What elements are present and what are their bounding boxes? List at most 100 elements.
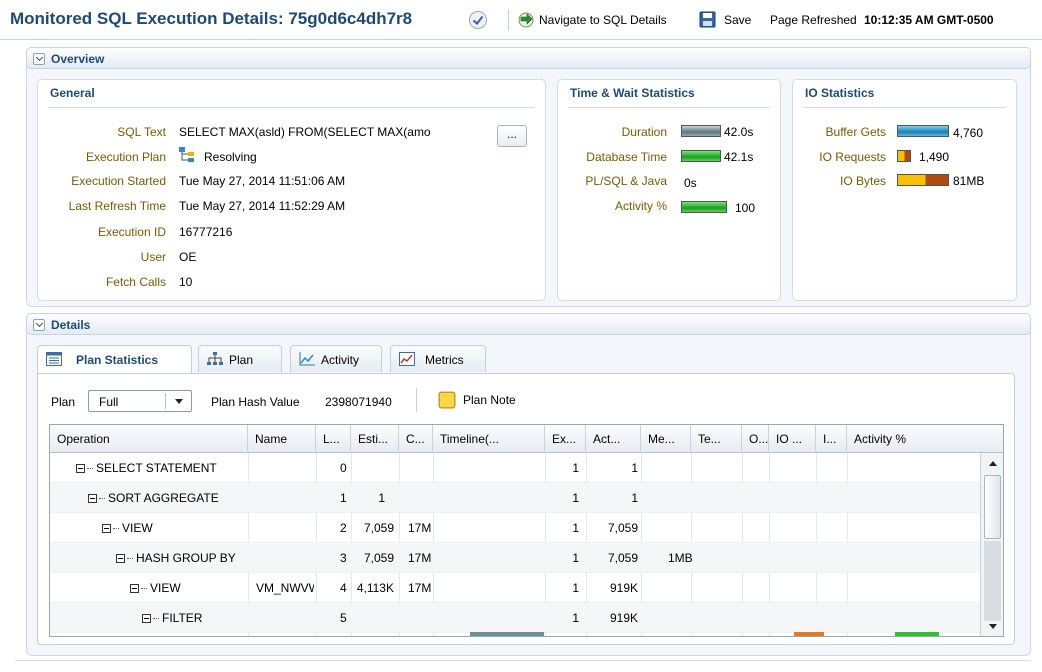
operation-text: FILTER [162,611,203,625]
details-header[interactable]: Details [26,313,1031,335]
note-icon[interactable] [438,391,456,409]
tab-activity-label: Activity [321,353,360,367]
column-header-name[interactable]: Name [248,425,316,453]
duration-bar [681,125,721,137]
last-refresh-value: Tue May 27, 2014 11:52:29 AM [179,199,346,213]
actual-rows-cell: 1 [631,461,638,475]
table-scrollbar[interactable] [980,453,1003,636]
save-button[interactable]: Save [724,13,751,27]
operation-text: VIEW [150,581,181,595]
database-time-label: Database Time [586,150,667,164]
executions-cell: 1 [572,461,579,475]
collapse-node-icon[interactable] [142,614,151,624]
executions-cell: 1 [572,611,579,625]
tab-activity[interactable]: Activity [290,345,382,372]
table-row[interactable]: SORT AGGREGATE 1 1 1 1 [50,483,980,513]
last-refresh-label: Last Refresh Time [68,199,166,213]
line-cell: 2 [340,521,347,535]
sql-text-label: SQL Text [117,125,166,139]
tab-metrics-label: Metrics [425,353,464,367]
operation-text: SELECT STATEMENT [96,461,217,475]
timeline-bar [470,632,544,636]
column-header-other[interactable]: O... [742,425,769,453]
plan-hash-label: Plan Hash Value [211,395,300,409]
general-panel: General [37,79,546,301]
column-header-executions[interactable]: Ex... [545,425,586,453]
cost-cell: 17M [408,551,432,565]
column-header-io-bytes[interactable]: I... [816,425,847,453]
collapse-overview-icon[interactable] [33,53,45,65]
buffer-gets-value: 4,760 [953,126,984,140]
column-header-timeline[interactable]: Timeline(... [433,425,545,453]
io-panel: IO Statistics [792,79,1017,301]
tab-metrics[interactable]: Metrics [390,345,486,372]
execution-started-label: Execution Started [71,174,166,188]
scroll-up-icon[interactable] [989,461,997,466]
tree-connector [153,618,159,620]
column-header-actual-rows[interactable]: Act... [586,425,641,453]
column-header-io-requests[interactable]: IO ... [769,425,816,453]
chart-icon [299,352,315,366]
table-row[interactable]: VIEW 2 7,059 17M 1 7,059 [50,513,980,543]
tree-connector [127,558,133,560]
tab-plan-statistics[interactable]: Plan Statistics [37,345,192,374]
check-icon[interactable] [468,10,488,30]
io-requests-label: IO Requests [819,150,886,164]
execution-id-value: 16777216 [179,225,233,239]
tab-plan-label: Plan [229,353,254,367]
execution-plan-label: Execution Plan [85,150,166,164]
details-title: Details [51,318,91,332]
io-bytes-bar [897,174,949,186]
table-row[interactable]: SELECT STATEMENT 0 1 1 [50,453,980,483]
execution-plan-value[interactable]: Resolving [204,150,257,164]
cost-cell: 17M [408,521,432,535]
navigate-icon[interactable] [517,11,535,29]
table-row[interactable]: HASH GROUP BY 3 7,059 17M 1 7,059 1MB [50,543,980,573]
tab-plan[interactable]: Plan [198,345,282,372]
overview-title: Overview [51,52,105,66]
io-requests-value: 1,490 [919,150,950,164]
navigate-to-sql-details-link[interactable]: Navigate to SQL Details [539,13,667,27]
general-title: General [50,86,95,100]
sql-text-more-button[interactable]: ... [497,125,527,147]
operation-text: SORT AGGREGATE [108,491,219,505]
collapse-node-icon[interactable] [130,584,139,594]
collapse-node-icon[interactable] [102,524,111,534]
user-label: User [140,250,166,264]
chevron-down-icon [175,399,183,404]
column-header-activity[interactable]: Activity % [847,425,1003,453]
column-header-cost[interactable]: C... [399,425,433,453]
column-header-operation[interactable]: Operation [50,425,248,453]
name-cell: VM_NWVW [256,581,314,595]
divider [568,107,770,108]
column-header-line[interactable]: L... [316,425,351,453]
collapse-node-icon[interactable] [76,464,85,474]
divider [803,107,1006,108]
column-header-estimated-rows[interactable]: Esti... [351,425,399,453]
estimated-rows-cell: 1 [378,491,385,505]
divider [165,393,166,409]
page-refreshed-label: Page Refreshed [770,13,857,27]
scrollbar-track[interactable] [984,541,1001,621]
collapse-details-icon[interactable] [33,319,45,331]
table-row[interactable]: FILTER 5 1 919K [50,603,980,633]
database-time-bar [681,150,721,162]
column-header-temp[interactable]: Te... [691,425,742,453]
overview-header[interactable]: Overview [26,47,1031,69]
collapse-node-icon[interactable] [88,494,97,504]
fetch-calls-value: 10 [179,275,193,289]
actual-rows-cell: 7,059 [607,521,638,535]
plan-note-button[interactable]: Plan Note [463,393,516,407]
plan-select[interactable]: Full [88,390,192,412]
estimated-rows-cell: 4,113K [356,581,394,595]
table-row[interactable]: VIEW VM_NWVW 4 4,113K 17M 1 919K [50,573,980,603]
scroll-down-icon[interactable] [989,624,997,629]
buffer-gets-bar [897,125,949,137]
operation-cell: VIEW [102,513,246,543]
column-header-memory[interactable]: Me... [641,425,691,453]
scrollbar-thumb[interactable] [984,475,1001,539]
collapse-node-icon[interactable] [116,554,125,564]
save-icon[interactable] [699,11,716,28]
io-bytes-label: IO Bytes [839,174,886,188]
plan-select-value: Full [99,395,119,409]
